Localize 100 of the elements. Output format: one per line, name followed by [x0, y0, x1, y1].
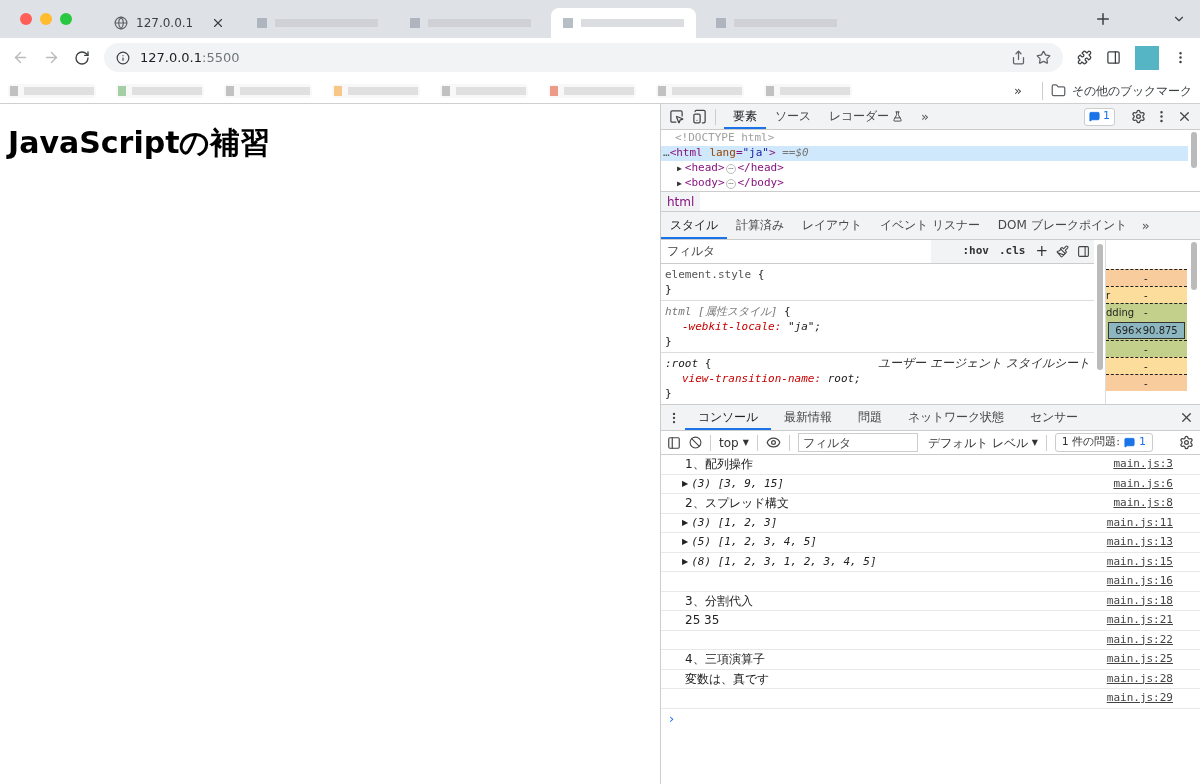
- flask-icon: [892, 111, 903, 122]
- log-text: 2、スプレッド構文: [685, 495, 789, 513]
- filter-field[interactable]: フィルタ: [661, 240, 931, 263]
- new-tab-icon[interactable]: [1094, 10, 1112, 28]
- caret-icon: ▼: [742, 436, 749, 449]
- reload-icon[interactable]: [74, 49, 90, 66]
- browser-tab[interactable]: 127.0.0.1: [102, 8, 237, 38]
- settings-icon[interactable]: [1131, 109, 1146, 124]
- bookmark-star-icon[interactable]: [1036, 50, 1051, 65]
- expand-toggle[interactable]: ▶: [682, 477, 689, 490]
- sidebar-toggle-icon[interactable]: [667, 435, 681, 450]
- box-model-layer: r -: [1106, 286, 1187, 303]
- log-text: 1、配列操作: [685, 456, 753, 474]
- sidebar-toggle-icon[interactable]: [1077, 244, 1090, 258]
- log-text: 3、分割代入: [685, 592, 753, 610]
- folder-icon: [1051, 83, 1066, 98]
- tab-title: 127.0.0.1: [136, 15, 195, 32]
- tab[interactable]: コンソール: [685, 405, 771, 430]
- scrollbar-thumb[interactable]: [1096, 244, 1103, 370]
- other-bookmarks[interactable]: その他のブックマーク: [1072, 81, 1192, 100]
- hov-toggle[interactable]: :hov: [962, 243, 989, 260]
- source-link[interactable]: main.js:15: [1106, 553, 1173, 570]
- tab[interactable]: 計算済み: [727, 212, 793, 239]
- caret-icon: ▼: [1031, 436, 1038, 449]
- box-model-layer: -: [1106, 357, 1187, 374]
- tab[interactable]: ソース: [766, 104, 820, 129]
- extensions-icon[interactable]: [1077, 50, 1092, 65]
- issues-badge[interactable]: 1: [1084, 107, 1115, 126]
- info-icon[interactable]: [116, 50, 130, 65]
- source-link[interactable]: main.js:8: [1113, 495, 1173, 512]
- new-rule-button[interactable]: +: [1035, 240, 1048, 263]
- cls-toggle[interactable]: .cls: [998, 243, 1026, 260]
- log-array: (3) [1, 2, 3]: [691, 514, 778, 531]
- source-link[interactable]: main.js:13: [1106, 534, 1173, 551]
- paintbrush-icon[interactable]: [1056, 244, 1069, 258]
- tab[interactable]: ネットワーク状態: [895, 405, 1017, 430]
- levels-dropdown[interactable]: デフォルト レベル ▼: [927, 433, 1038, 452]
- log-array: (8) [1, 2, 3, 1, 2, 3, 4, 5]: [691, 553, 877, 570]
- log-array: (5) [1, 2, 3, 4, 5]: [691, 534, 817, 550]
- tab[interactable]: 要素: [724, 104, 766, 129]
- expand-toggle[interactable]: ▶: [682, 516, 689, 529]
- settings-icon[interactable]: [1179, 435, 1194, 450]
- page-heading: JavaScriptの補習: [8, 128, 272, 158]
- address-bar[interactable]: 127.0.0.1:5500: [104, 43, 1063, 72]
- expand-toggle[interactable]: ▶: [682, 555, 689, 568]
- expand-toggle[interactable]: ▶: [677, 162, 682, 175]
- style-rule: html [属性スタイル] { -webkit-locale: "ja"; }: [661, 300, 1094, 353]
- source-link[interactable]: main.js:22: [1106, 631, 1173, 648]
- box-model-layer: 696×90.875: [1106, 320, 1187, 340]
- log-array: (3) [3, 9, 15]: [691, 475, 784, 492]
- source-link[interactable]: main.js:29: [1106, 690, 1173, 707]
- tab[interactable]: レイアウト: [793, 212, 871, 239]
- message-icon: [1089, 111, 1100, 122]
- source-link[interactable]: main.js:16: [1106, 573, 1173, 590]
- issues-button[interactable]: 1 件の問題: 1: [1054, 433, 1153, 452]
- side-panel-icon[interactable]: [1106, 50, 1121, 65]
- source-link[interactable]: main.js:11: [1106, 514, 1173, 531]
- expand-toggle[interactable]: ▶: [682, 536, 689, 549]
- bookmarks-overflow[interactable]: »: [1014, 80, 1022, 101]
- share-icon[interactable]: [1011, 50, 1026, 65]
- expand-toggle[interactable]: ▶: [677, 177, 682, 190]
- filter-field[interactable]: フィルタ: [797, 433, 918, 452]
- clear-console-icon[interactable]: [689, 436, 702, 449]
- eye-icon[interactable]: [765, 435, 781, 450]
- box-model-layer: -: [1106, 340, 1187, 357]
- scrollbar-thumb[interactable]: [1190, 242, 1197, 290]
- dom-line[interactable]: ▶ <body> ⋯ </body>: [661, 176, 1188, 191]
- tab[interactable]: DOM ブレークポイント: [988, 212, 1136, 239]
- inspect-icon[interactable]: [669, 109, 684, 124]
- log-text: 変数は、真です: [685, 670, 769, 688]
- device-toggle-icon[interactable]: [692, 109, 707, 124]
- close-icon[interactable]: [1179, 410, 1194, 425]
- log-text: 25 35: [685, 612, 720, 630]
- tab[interactable]: レコーダー: [820, 104, 898, 129]
- source-link[interactable]: main.js:25: [1106, 651, 1173, 668]
- tab[interactable]: センサー: [1017, 405, 1091, 430]
- console-prompt[interactable]: ›: [661, 708, 1200, 729]
- dom-line[interactable]: ▶ <head> ⋯ </head>: [661, 161, 1188, 176]
- globe-icon: [114, 16, 128, 30]
- source-link[interactable]: main.js:3: [1113, 456, 1173, 473]
- more-tabs[interactable]: »: [1141, 215, 1150, 236]
- tab[interactable]: 最新情報: [771, 405, 845, 430]
- breadcrumb[interactable]: html: [661, 192, 701, 211]
- context-dropdown[interactable]: top ▼: [719, 433, 749, 452]
- tab[interactable]: イベント リスナー: [871, 212, 989, 239]
- more-tabs[interactable]: »: [921, 106, 929, 127]
- log-text: 4、三項演算子: [685, 651, 765, 669]
- source-link[interactable]: main.js:18: [1106, 592, 1173, 609]
- source-link[interactable]: main.js:6: [1113, 475, 1173, 492]
- scrollbar-thumb[interactable]: [1191, 132, 1197, 168]
- source-link[interactable]: main.js:21: [1106, 612, 1173, 629]
- box-model-layer: -: [1106, 269, 1187, 286]
- message-icon: [1124, 437, 1135, 448]
- tab[interactable]: 問題: [845, 405, 895, 430]
- source-link[interactable]: main.js:28: [1106, 670, 1173, 687]
- url-text: 127.0.0.1:5500: [140, 48, 241, 67]
- box-model-layer: -: [1106, 374, 1187, 391]
- box-model-layer: dding -: [1106, 303, 1187, 320]
- close-icon[interactable]: [1177, 109, 1192, 124]
- close-icon[interactable]: [211, 16, 225, 30]
